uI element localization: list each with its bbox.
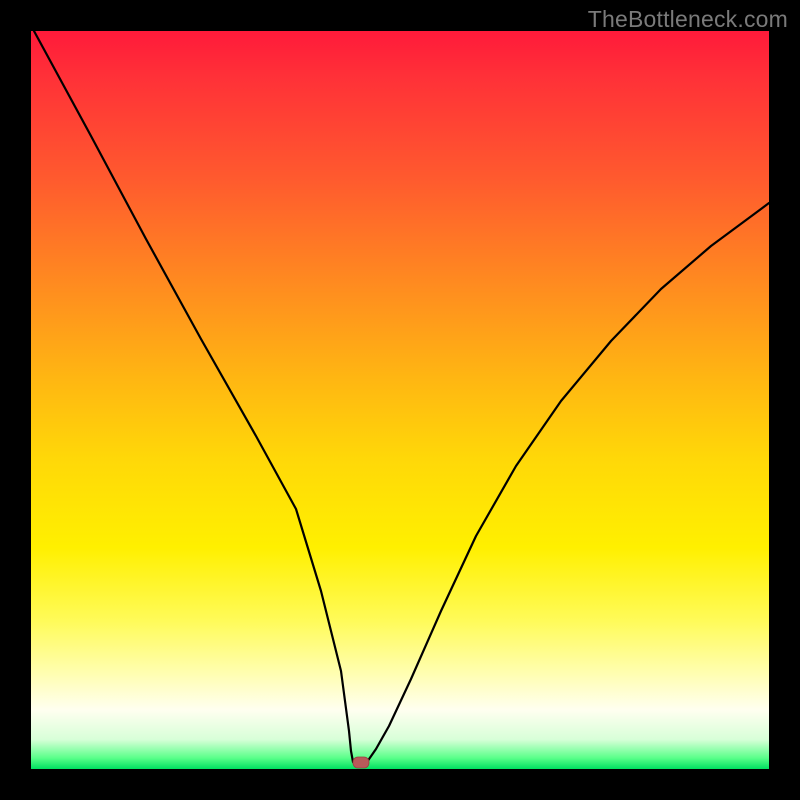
min-marker bbox=[353, 757, 369, 768]
curve-path bbox=[34, 31, 769, 766]
chart-frame: TheBottleneck.com bbox=[0, 0, 800, 800]
plot-area bbox=[31, 31, 769, 769]
watermark-text: TheBottleneck.com bbox=[588, 6, 788, 33]
bottleneck-curve bbox=[31, 31, 769, 769]
